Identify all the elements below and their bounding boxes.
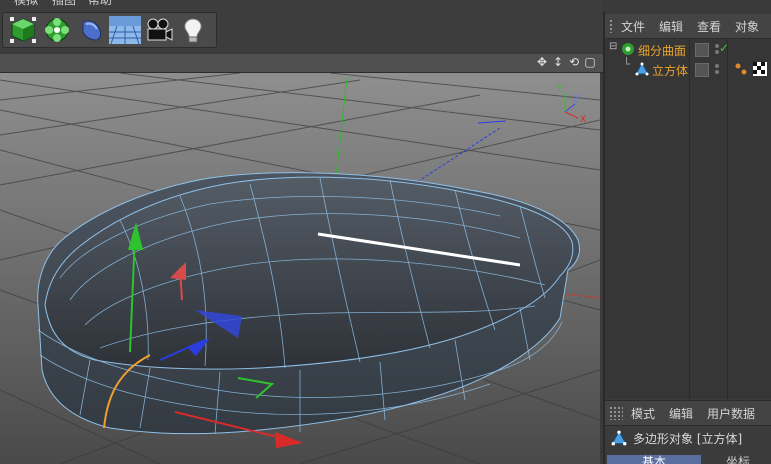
attribute-title: 多边形对象 [立方体] [605, 426, 771, 450]
menu-edit[interactable]: 编辑 [659, 18, 683, 35]
menu-mode[interactable]: 模式 [631, 405, 655, 422]
column-divider [689, 39, 690, 399]
viewport-canvas[interactable]: Y X Z [0, 73, 600, 464]
visibility-toggle[interactable] [695, 63, 709, 77]
tab-coordinates[interactable]: 坐标 [705, 455, 771, 464]
3d-viewport[interactable]: Y X Z [0, 73, 600, 464]
menu-view[interactable]: 查看 [697, 18, 721, 35]
menu-edit[interactable]: 编辑 [669, 405, 693, 422]
rotate-view-icon[interactable]: ⟲ [567, 55, 581, 69]
tree-branch-line: └ [623, 57, 631, 71]
panel-grip-icon[interactable] [609, 19, 613, 33]
svg-text:X: X [580, 115, 586, 125]
tree-collapse-icon[interactable]: ⊟ [609, 41, 617, 52]
attribute-object-title: 多边形对象 [立方体] [633, 431, 743, 446]
object-row-cube[interactable]: └ 立方体 [605, 57, 771, 79]
light-tool-button[interactable] [177, 14, 209, 46]
menu-item-simulate[interactable]: 模拟 [14, 0, 38, 6]
camera-icon [147, 18, 173, 41]
material-tag-icon[interactable] [753, 62, 767, 76]
viewport-header: ✥ ↕ ⟲ ▢ [0, 54, 603, 73]
floor-tool-button[interactable] [109, 14, 141, 46]
top-area: 模拟 插图 帮助 [0, 0, 603, 52]
column-divider [727, 39, 728, 399]
svg-text:Y: Y [556, 84, 563, 94]
attribute-manager-menu: 模式 编辑 用户数据 [605, 400, 771, 426]
viewport-nav: ✥ ↕ ⟲ ▢ [535, 55, 597, 69]
polygon-object-icon [635, 62, 649, 76]
object-list: ⊟ 细分曲面 ✓ └ 立方体 [605, 39, 771, 399]
menu-item-help[interactable]: 帮助 [88, 0, 112, 6]
floor-scene-icon [109, 16, 141, 44]
light-bulb-icon [184, 18, 202, 43]
editor-visibility-dot[interactable] [715, 64, 719, 68]
deformer-tool-button[interactable] [75, 14, 107, 46]
menu-user-data[interactable]: 用户数据 [707, 405, 755, 422]
object-row-subdivision[interactable]: ⊟ 细分曲面 ✓ [605, 39, 771, 59]
menu-bar: 模拟 插图 帮助 [0, 0, 603, 6]
menu-file[interactable]: 文件 [621, 18, 645, 35]
object-toolbar [2, 12, 217, 48]
object-name[interactable]: 立方体 [652, 62, 688, 79]
svg-text:Z: Z [573, 95, 579, 105]
menu-item-render[interactable]: 插图 [52, 0, 76, 6]
right-panel: 文件 编辑 查看 对象 ⊟ 细分曲面 ✓ └ 立方体 模式 编辑 用户数据 多边… [603, 12, 771, 464]
visibility-toggle[interactable] [695, 43, 709, 57]
phong-tag-icon[interactable] [735, 63, 747, 75]
toggle-view-icon[interactable]: ▢ [583, 55, 597, 69]
object-manager-menu: 文件 编辑 查看 对象 [605, 14, 771, 39]
subdivision-tool-button[interactable] [41, 14, 73, 46]
menu-object[interactable]: 对象 [735, 18, 759, 35]
polygon-object-icon [611, 430, 627, 446]
panel-grip-icon[interactable] [609, 406, 623, 420]
camera-tool-button[interactable] [143, 14, 175, 46]
enabled-check-icon[interactable]: ✓ [719, 41, 729, 55]
cube-tool-button[interactable] [7, 14, 39, 46]
subdivision-surface-icon [622, 43, 634, 55]
move-view-icon[interactable]: ✥ [535, 55, 549, 69]
cube-primitive-icon [10, 17, 36, 43]
deformer-icon [82, 20, 102, 41]
object-name[interactable]: 细分曲面 [638, 42, 686, 59]
attribute-subtabs: 基本 坐标 [605, 453, 771, 464]
render-visibility-dot[interactable] [715, 70, 719, 74]
subdivision-surface-icon [45, 18, 69, 42]
zoom-view-icon[interactable]: ↕ [551, 55, 565, 69]
tab-basic[interactable]: 基本 [607, 455, 701, 464]
